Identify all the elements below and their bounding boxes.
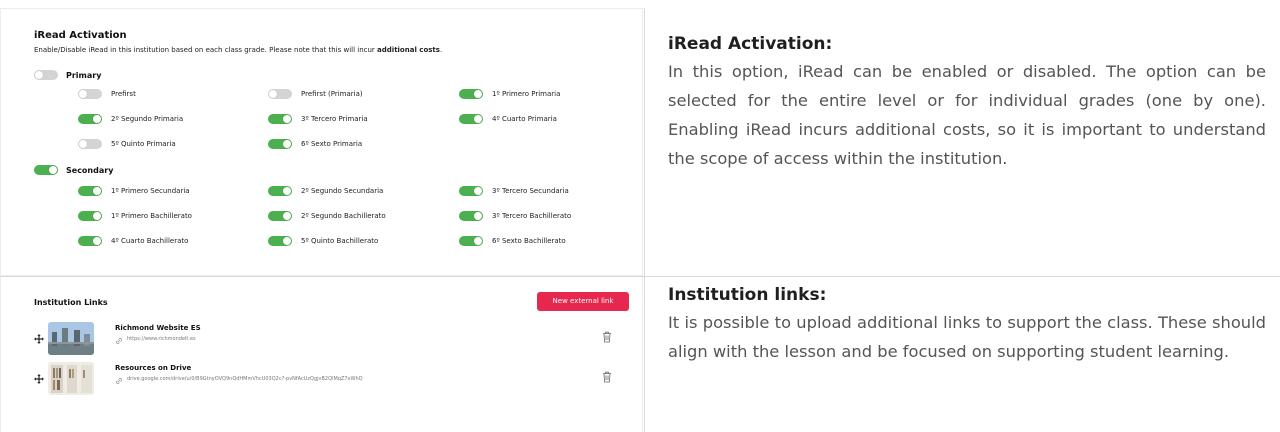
grade-label: Prefirst [111,90,136,98]
link-thumbnail-bookshelf-image [48,362,94,395]
grade-prefirst-primaria: Prefirst (Primaria) [268,87,363,101]
drag-handle-icon[interactable] [34,374,44,384]
grade-label: 3º Tercero Primaria [301,115,368,123]
grade-toggle[interactable] [268,211,292,221]
grade-label: 2º Segundo Secundaria [301,187,384,195]
grade-toggle[interactable] [268,139,292,149]
grade-toggle[interactable] [268,186,292,196]
grade-label: 6º Sexto Primaria [301,140,363,148]
grade-label: 5º Quinto Bachillerato [301,237,379,245]
grade-5-primaria: 5º Quinto Primaria [78,137,176,151]
link-item: Resources on Drive drive.google.com/driv… [34,362,634,396]
iread-activation-panel: iRead Activation Enable/Disable iRead in… [34,29,634,246]
grade-toggle[interactable] [459,211,483,221]
grade-label: 5º Quinto Primaria [111,140,176,148]
grade-3-secundaria: 3º Tercero Secundaria [459,184,569,198]
grade-toggle[interactable] [459,89,483,99]
link-icon [116,338,122,344]
iread-explanation-text: In this option, iRead can be enabled or … [668,62,1266,168]
grade-label: 6º Sexto Bachillerato [492,237,566,245]
grade-1-bachillerato: 1º Primero Bachillerato [78,209,192,223]
level-secondary: Secondary [34,163,113,177]
grade-toggle[interactable] [78,211,102,221]
grade-toggle[interactable] [459,114,483,124]
links-explanation-heading: Institution links: [668,285,827,305]
grade-3-bachillerato: 3º Tercero Bachillerato [459,209,571,223]
grade-toggle[interactable] [78,236,102,246]
grade-1-secundaria: 1º Primero Secundaria [78,184,190,198]
grade-5-bachillerato: 5º Quinto Bachillerato [268,234,378,248]
grade-label: 4º Cuarto Bachillerato [111,237,189,245]
grade-toggle[interactable] [459,186,483,196]
links-title: Institution Links [34,298,108,307]
grade-label: 2º Segundo Primaria [111,115,184,123]
delete-trash-icon[interactable] [602,371,612,383]
level-primary: Primary [34,68,101,82]
grade-toggle[interactable] [78,186,102,196]
grade-label: Prefirst (Primaria) [301,90,363,98]
iread-title: iRead Activation [34,30,127,41]
grade-toggle[interactable] [268,89,292,99]
links-explanation-text: It is possible to upload additional link… [668,313,1266,361]
iread-description: Enable/Disable iRead in this institution… [34,46,634,55]
grade-1-primaria: 1º Primero Primaria [459,87,560,101]
grade-prefirst: Prefirst [78,87,136,101]
grade-toggle[interactable] [268,114,292,124]
grade-label: 1º Primero Bachillerato [111,212,192,220]
grade-label: 1º Primero Secundaria [111,187,190,195]
grade-label: 4º Cuarto Primaria [492,115,557,123]
grade-label: 1º Primero Primaria [492,90,561,98]
grade-toggle[interactable] [268,236,292,246]
link-thumbnail-london-image [48,322,94,355]
iread-description-bold: additional costs [377,46,440,54]
grade-2-primaria: 2º Segundo Primaria [78,112,183,126]
grade-toggle[interactable] [78,139,102,149]
grade-toggle[interactable] [459,236,483,246]
link-url[interactable]: https://www.richmondelt.es [127,336,196,342]
link-name[interactable]: Richmond Website ES [115,324,201,332]
iread-explanation-heading: iRead Activation: [668,34,833,54]
iread-description-text: Enable/Disable iRead in this institution… [34,46,378,54]
level-secondary-label: Secondary [66,165,114,175]
grade-label: 2º Segundo Bachillerato [301,212,386,220]
links-explanation: Institution links: It is possible to upl… [668,284,1266,366]
level-primary-label: Primary [66,70,102,80]
iread-explanation: iRead Activation: In this option, iRead … [668,33,1266,173]
grade-6-bachillerato: 6º Sexto Bachillerato [459,234,566,248]
grade-3-primaria: 3º Tercero Primaria [268,112,368,126]
drag-handle-icon[interactable] [34,334,44,344]
grade-6-primaria: 6º Sexto Primaria [268,137,362,151]
level-secondary-toggle[interactable] [34,165,58,175]
grade-4-bachillerato: 4º Cuarto Bachillerato [78,234,188,248]
grade-label: 3º Tercero Secundaria [492,187,569,195]
link-name[interactable]: Resources on Drive [115,364,191,372]
grade-toggle[interactable] [78,114,102,124]
link-icon [116,378,122,384]
link-url[interactable]: drive.google.com/drive/u/0/B9GtnyOVQ9nQd… [127,376,363,382]
screenshot-frame: iRead Activation Enable/Disable iRead in… [0,0,1280,432]
new-external-link-button[interactable]: New external link [537,292,629,311]
grade-toggle[interactable] [78,89,102,99]
grade-2-bachillerato: 2º Segundo Bachillerato [268,209,386,223]
grade-2-secundaria: 2º Segundo Secundaria [268,184,383,198]
link-item: Richmond Website ES https://www.richmond… [34,322,634,356]
row-divider [0,276,1280,277]
iread-description-end: . [439,46,443,54]
delete-trash-icon[interactable] [602,331,612,343]
level-primary-toggle[interactable] [34,70,58,80]
column-divider [644,8,645,432]
grade-label: 3º Tercero Bachillerato [492,212,572,220]
grade-4-primaria: 4º Cuarto Primaria [459,112,557,126]
